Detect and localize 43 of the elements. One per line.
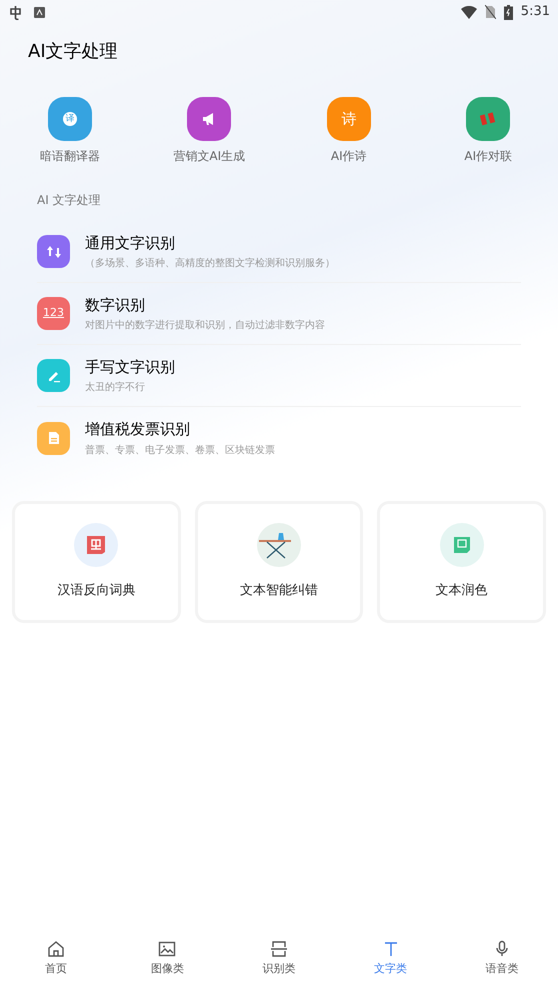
tool-shortcut[interactable]: 诗 AI作诗 bbox=[279, 97, 418, 165]
tool-card[interactable]: 文本润色 bbox=[377, 501, 546, 623]
item-description: 普票、专票、电子发票、卷票、区块链发票 bbox=[85, 444, 275, 458]
item-description: （多场景、多语种、高精度的整图文字检测和识别服务） bbox=[85, 256, 335, 272]
translate-icon: 译 bbox=[62, 112, 77, 126]
home-icon bbox=[46, 940, 65, 958]
nav-tab[interactable]: 语音类 bbox=[446, 934, 558, 992]
couplet-icon bbox=[480, 112, 496, 126]
item-title: 数字识别 bbox=[85, 294, 146, 316]
nav-tab[interactable]: 图像类 bbox=[112, 934, 224, 992]
battery-icon bbox=[504, 4, 513, 20]
section-title: AI 文字处理 bbox=[37, 192, 101, 209]
book-icon bbox=[86, 535, 106, 556]
nav-tab[interactable]: 识别类 bbox=[223, 934, 335, 992]
scan-icon bbox=[270, 940, 288, 958]
digits-glyph: 123 bbox=[43, 305, 64, 322]
nav-tab[interactable]: 首页 bbox=[0, 934, 112, 992]
wifi-icon bbox=[460, 6, 477, 18]
no-sim-icon bbox=[484, 5, 496, 19]
recognition-list-item[interactable]: 123 数字识别 对图片中的数字进行提取和识别，自动过滤非数字内容 bbox=[37, 283, 521, 345]
item-description: 对图片中的数字进行提取和识别，自动过滤非数字内容 bbox=[85, 318, 325, 334]
image-icon bbox=[158, 940, 176, 958]
poem-glyph: 诗 bbox=[341, 108, 356, 130]
notification-icon bbox=[34, 6, 45, 18]
note-icon bbox=[452, 536, 471, 554]
item-description: 太丑的字不行 bbox=[85, 380, 146, 396]
item-title: 增值税发票识别 bbox=[85, 419, 191, 440]
tool-card[interactable]: 汉语反向词典 bbox=[12, 501, 181, 623]
tool-card[interactable]: 文本智能纠错 bbox=[194, 501, 364, 623]
status-time: 5:31 bbox=[520, 3, 550, 22]
page-title: AI文字处理 bbox=[28, 40, 118, 64]
recognition-list-item[interactable]: 增值税发票识别 普票、专票、电子发票、卷票、区块链发票 bbox=[37, 407, 521, 469]
item-title: 通用文字识别 bbox=[85, 232, 176, 254]
document-icon bbox=[48, 431, 60, 445]
app-notification-icon bbox=[8, 4, 24, 20]
nav-tab[interactable]: 文字类 bbox=[334, 934, 446, 992]
tool-shortcut[interactable]: 译 暗语翻译器 bbox=[0, 97, 140, 165]
recognition-list-item[interactable]: 通用文字识别 （多场景、多语种、高精度的整图文字检测和识别服务） bbox=[37, 221, 521, 283]
item-title: 手写文字识别 bbox=[85, 356, 175, 378]
recognition-list-item[interactable]: 手写文字识别 太丑的字不行 bbox=[37, 345, 521, 407]
up-down-arrows-icon bbox=[46, 244, 62, 260]
tool-shortcut[interactable]: 营销文AI生成 bbox=[140, 97, 279, 165]
tool-shortcut[interactable]: AI作对联 bbox=[418, 97, 558, 165]
